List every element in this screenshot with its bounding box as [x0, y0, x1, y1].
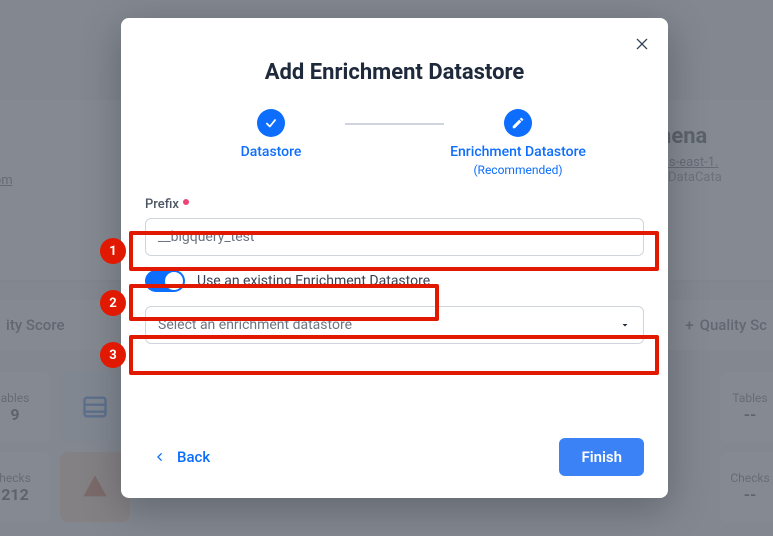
finish-button-label: Finish [581, 448, 622, 466]
prefix-input[interactable] [145, 218, 644, 256]
close-button[interactable] [632, 34, 652, 54]
use-existing-toggle-row: Use an existing Enrichment Datastore [145, 266, 644, 296]
select-placeholder: Select an enrichment datastore [158, 317, 352, 333]
close-icon [634, 36, 650, 52]
use-existing-toggle-label: Use an existing Enrichment Datastore [197, 273, 430, 289]
modal-footer: Back Finish [145, 438, 644, 476]
step-datastore[interactable]: Datastore [195, 109, 347, 161]
add-enrichment-datastore-modal: Add Enrichment Datastore Datastore Enric… [121, 18, 668, 498]
step-enrichment-datastore[interactable]: Enrichment Datastore (Recommended) [442, 109, 594, 177]
check-icon [257, 109, 285, 137]
back-button-label: Back [177, 448, 210, 466]
enrichment-datastore-select[interactable]: Select an enrichment datastore [145, 306, 644, 344]
wizard-stepper: Datastore Enrichment Datastore (Recommen… [145, 109, 644, 177]
toggle-knob [165, 272, 183, 290]
step-sublabel: (Recommended) [473, 163, 562, 177]
chevron-down-icon [619, 319, 631, 331]
pencil-icon [504, 109, 532, 137]
modal-title: Add Enrichment Datastore [145, 60, 644, 85]
prefix-field-label: Prefix [145, 197, 644, 212]
finish-button[interactable]: Finish [559, 438, 644, 476]
step-label: Enrichment Datastore [450, 143, 586, 161]
required-indicator-icon [183, 199, 189, 205]
step-label: Datastore [241, 143, 302, 161]
chevron-left-icon [155, 450, 165, 464]
stepper-connector [345, 123, 444, 125]
back-button[interactable]: Back [145, 440, 220, 474]
use-existing-toggle[interactable] [145, 270, 185, 292]
